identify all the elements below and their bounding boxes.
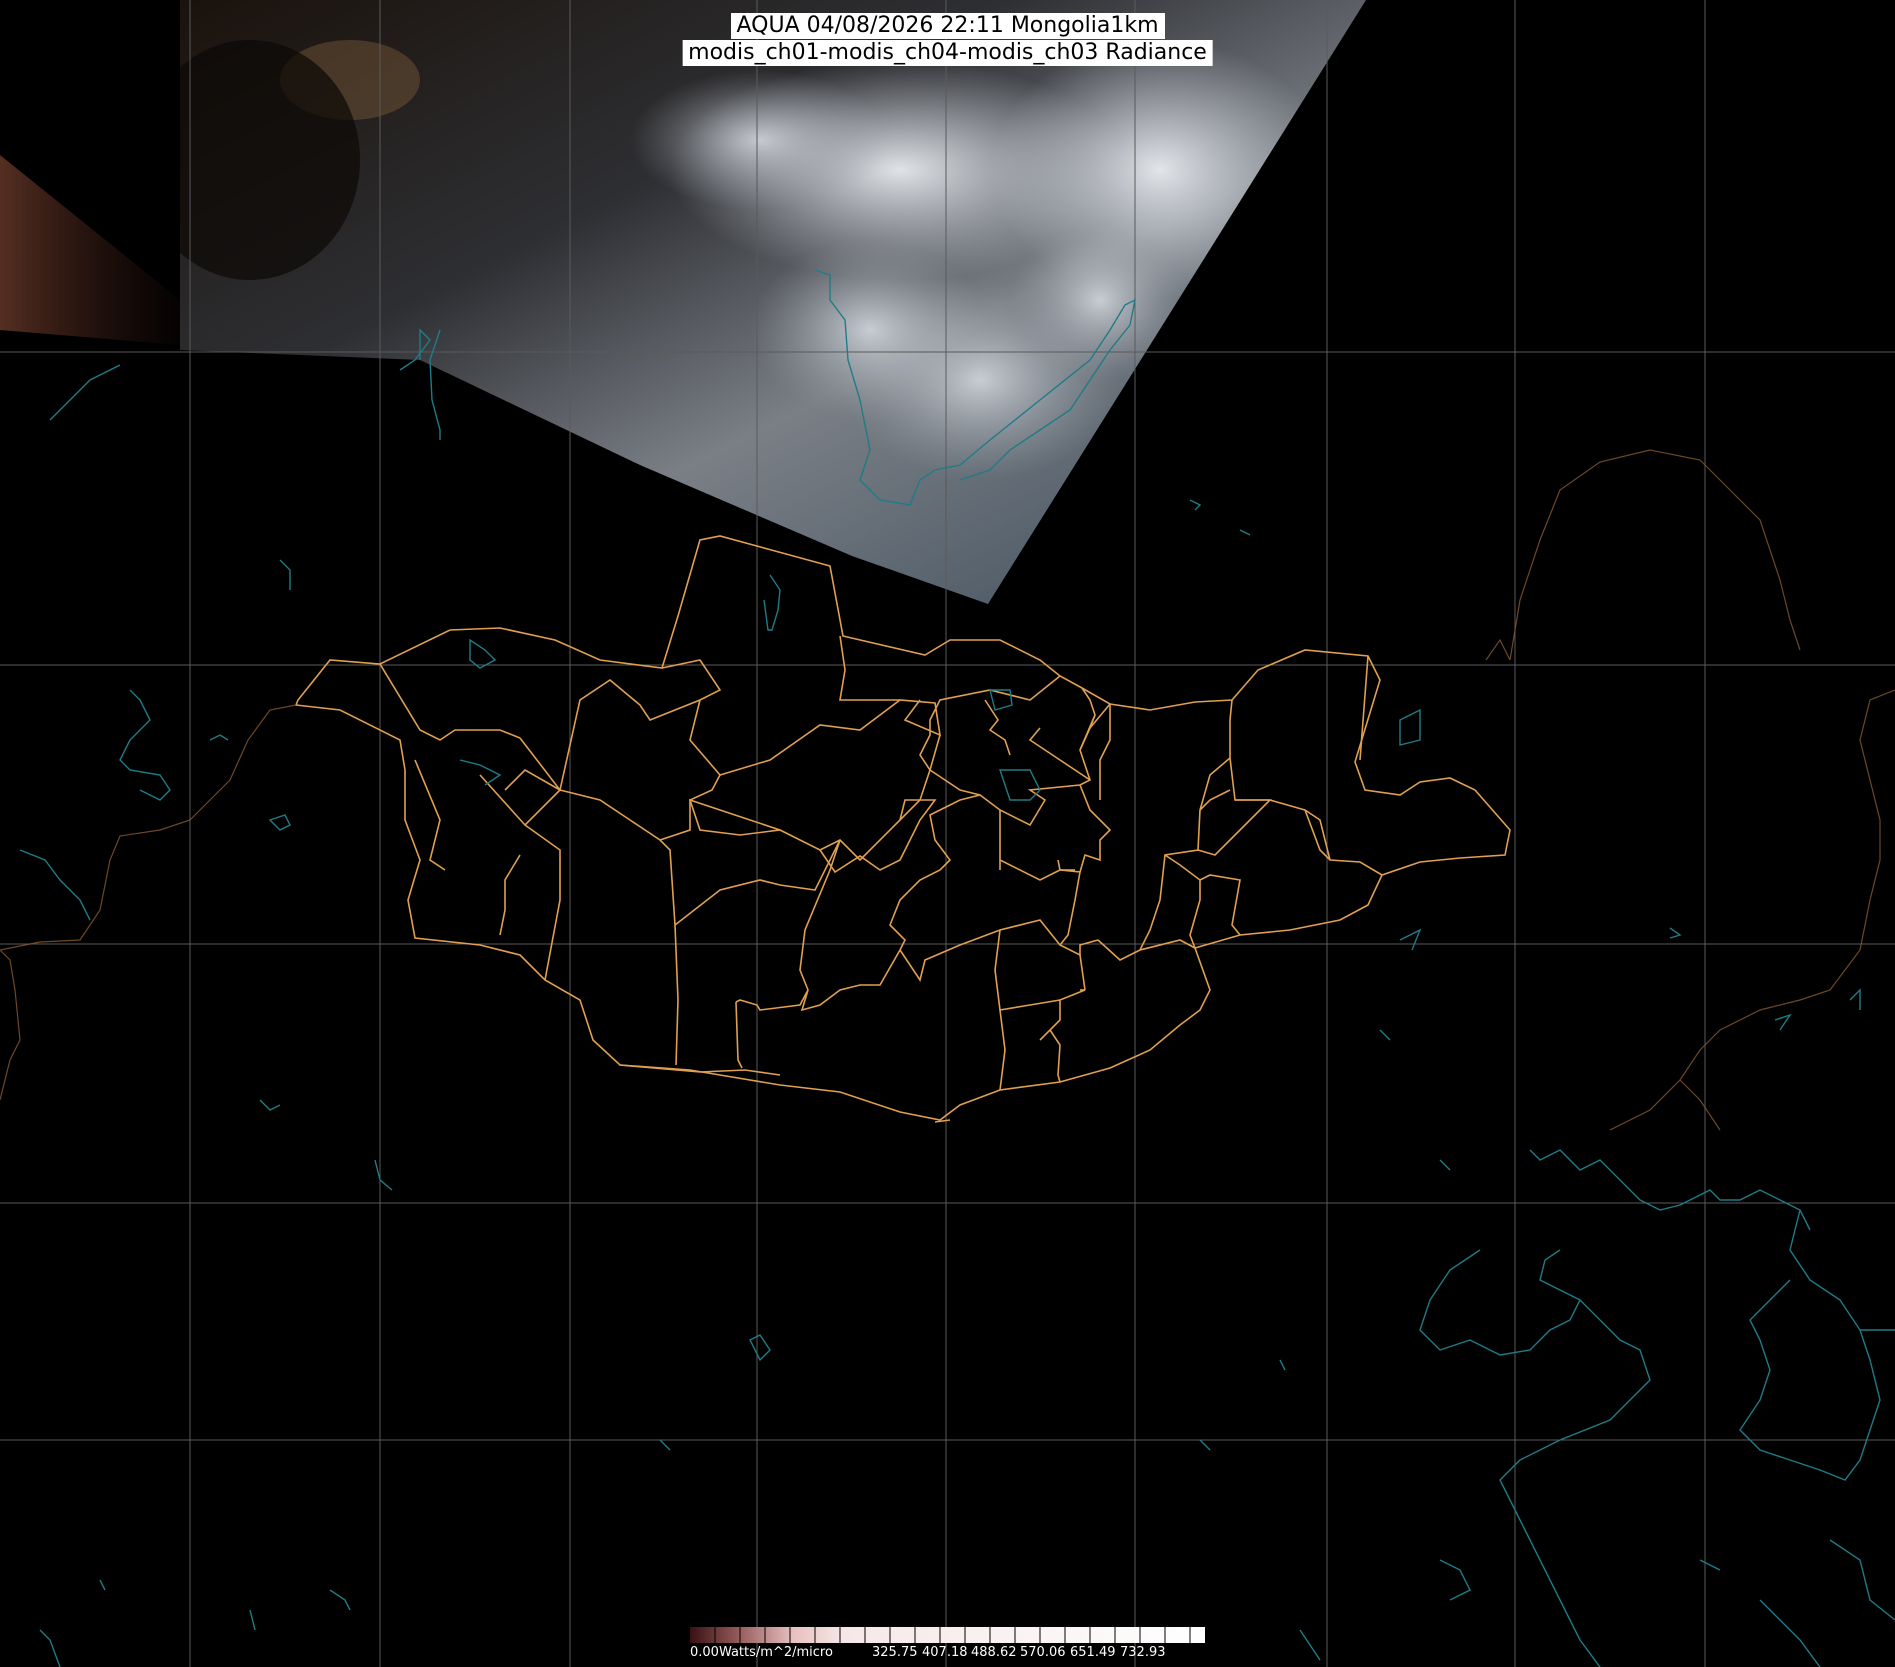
map-subtitle: modis_ch01-modis_ch04-modis_ch03 Radianc… (682, 40, 1213, 66)
mongolia-boundaries (294, 535, 1511, 1123)
mongolia-outline (294, 535, 1511, 1121)
colorbar-ramp (690, 1627, 1205, 1643)
colorbar-tick-label: 325.75 (872, 1645, 918, 1660)
map-canvas (0, 0, 1895, 1667)
map-title: AQUA 04/08/2026 22:11 Mongolia1km (730, 13, 1165, 39)
colorbar-unit-label: 0.00Watts/m^2/micro (690, 1645, 833, 1660)
satellite-swath (180, 0, 1366, 604)
colorbar-tick-label: 732.93 (1120, 1645, 1166, 1660)
colorbar-tick-label: 407.18 (922, 1645, 968, 1660)
colorbar-tick-label: 488.62 (971, 1645, 1017, 1660)
sensor-noise-strip (0, 155, 180, 345)
lake-khovsgol (763, 574, 781, 631)
colorbar-tick-label: 570.06 (1020, 1645, 1066, 1660)
colorbar-tick-label: 651.49 (1070, 1645, 1116, 1660)
